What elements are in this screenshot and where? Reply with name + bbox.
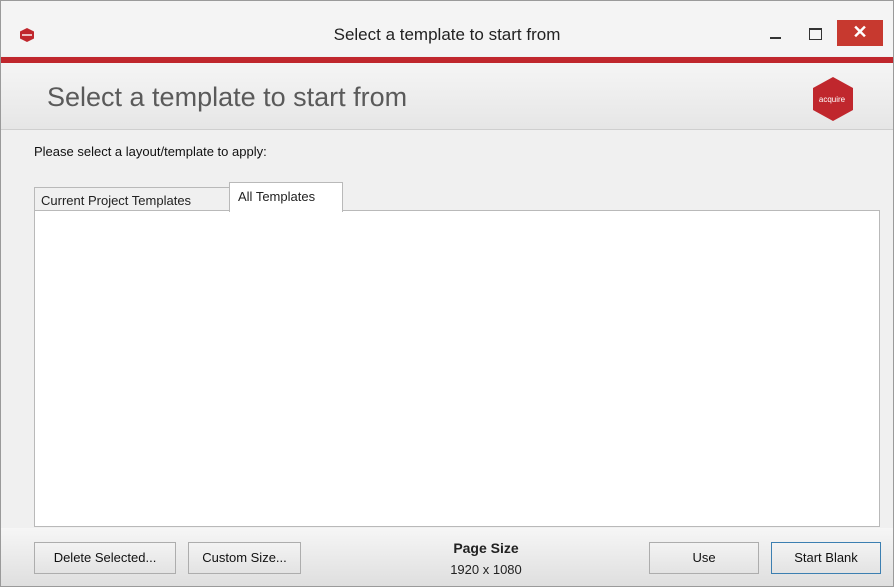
maximize-icon xyxy=(809,28,822,40)
page-size-label: Page Size xyxy=(453,540,519,556)
templates-list-panel[interactable] xyxy=(34,210,880,527)
logo-text: acquire xyxy=(819,95,846,104)
minimize-icon xyxy=(770,37,781,39)
delete-selected-button[interactable]: Delete Selected... xyxy=(34,542,176,574)
page-size-value: 1920 x 1080 xyxy=(450,562,522,577)
tab-current-project-templates[interactable]: Current Project Templates xyxy=(34,187,230,211)
close-button[interactable]: ✕ xyxy=(837,20,883,46)
title-bar[interactable]: Select a template to start from ✕ xyxy=(1,1,893,56)
template-dialog: Select a template to start from ✕ Select… xyxy=(0,0,894,587)
close-icon: ✕ xyxy=(852,22,868,42)
acquire-logo: acquire xyxy=(813,77,853,121)
banner-title: Select a template to start from xyxy=(47,82,408,112)
maximize-button[interactable] xyxy=(801,19,831,47)
header-banner: Select a template to start from acquire xyxy=(1,63,893,130)
tab-all-templates[interactable]: All Templates xyxy=(229,182,343,212)
window-title: Select a template to start from xyxy=(333,25,561,44)
start-blank-button[interactable]: Start Blank xyxy=(771,542,881,574)
instruction-text: Please select a layout/template to apply… xyxy=(34,144,267,159)
use-button[interactable]: Use xyxy=(649,542,759,574)
minimize-button[interactable] xyxy=(761,19,791,47)
custom-size-button[interactable]: Custom Size... xyxy=(188,542,301,574)
